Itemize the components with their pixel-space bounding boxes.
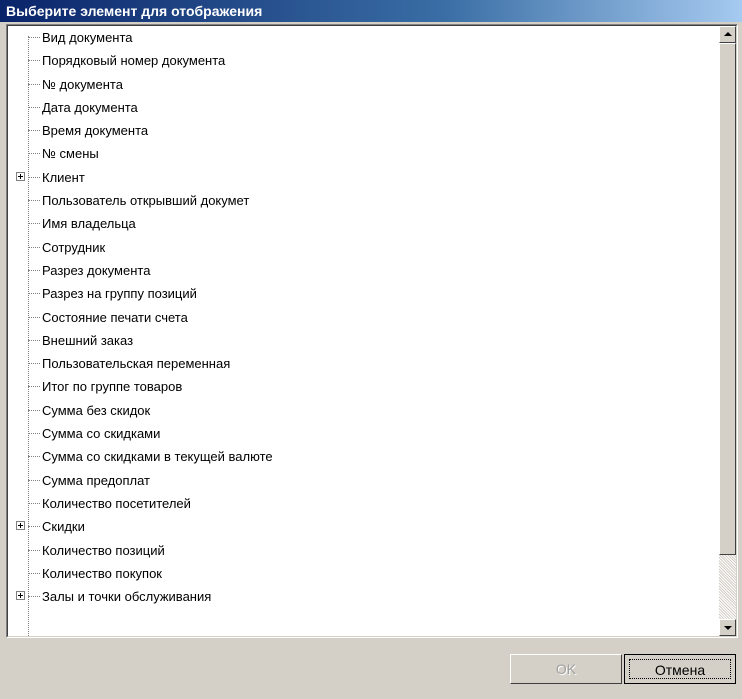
tree-item-label: Залы и точки обслуживания [42, 589, 212, 605]
tree-item[interactable]: Внешний заказ [8, 329, 719, 352]
vertical-scrollbar[interactable] [719, 26, 736, 636]
tree-item-label: Клиент [42, 169, 85, 185]
tree-item-label: Вид документа [42, 30, 133, 45]
tree-item[interactable]: Разрез на группу позиций [8, 282, 719, 305]
tree-item-label: Скидки [42, 519, 85, 535]
tree-connector-icon [28, 375, 40, 398]
tree-item[interactable]: Итог по группе товаров [8, 375, 719, 398]
tree-item[interactable]: Порядковый номер документа [8, 49, 719, 72]
expand-plus-icon[interactable] [16, 521, 25, 531]
tree-item[interactable]: № документа [8, 73, 719, 96]
tree-item-label: Разрез на группу позиций [42, 286, 197, 302]
tree-item[interactable]: Скидки [8, 515, 719, 538]
tree-item-label: Пользователь открывший докумет [42, 193, 250, 209]
cancel-button-label: Отмена [629, 659, 731, 679]
tree-item-label: Внешний заказ [42, 332, 134, 348]
tree-item[interactable]: Дата документа [8, 96, 719, 119]
tree-connector-icon [28, 539, 40, 562]
tree-item[interactable]: Состояние печати счета [8, 306, 719, 329]
tree-item[interactable]: Вид документа [8, 26, 719, 49]
tree-item-label: Время документа [42, 123, 149, 139]
tree-connector-icon [28, 259, 40, 282]
tree-connector-icon [28, 73, 40, 96]
tree-item-label: Сумма предоплат [42, 472, 151, 488]
tree-item[interactable]: Количество покупок [8, 562, 719, 585]
tree-connector-icon [28, 236, 40, 259]
tree-item-label: Сотрудник [42, 239, 106, 255]
tree-item-label: Имя владельца [42, 216, 136, 232]
tree-connector-icon [28, 142, 40, 165]
tree-item-label: Сумма без скидок [42, 402, 151, 418]
tree-item[interactable]: Сотрудник [8, 236, 719, 259]
tree-item[interactable]: Количество позиций [8, 539, 719, 562]
tree-item[interactable]: Время документа [8, 119, 719, 142]
tree-item[interactable]: Разрез документа [8, 259, 719, 282]
tree-connector-icon [28, 212, 40, 235]
tree-connector-icon [28, 399, 40, 422]
tree-item-label: Разрез документа [42, 262, 151, 278]
element-tree-frame: Вид документа Порядковый номер документа №… [6, 24, 738, 638]
cancel-button[interactable]: Отмена [624, 654, 736, 684]
tree-item[interactable]: Клиент [8, 166, 719, 189]
element-tree[interactable]: Вид документа Порядковый номер документа №… [7, 25, 737, 637]
tree-connector-icon [28, 515, 40, 538]
tree-item-label: Сумма со скидками [42, 426, 161, 442]
tree-connector-icon [28, 166, 40, 189]
tree-item-label: Состояние печати счета [42, 309, 188, 325]
tree-item[interactable]: Залы и точки обслуживания [8, 585, 719, 608]
tree-item-label: Количество позиций [42, 542, 165, 558]
tree-connector-icon [28, 189, 40, 212]
tree-connector-icon [28, 26, 40, 49]
scrollbar-thumb[interactable] [719, 43, 736, 555]
tree-connector-icon [28, 562, 40, 585]
tree-connector-icon [28, 49, 40, 72]
tree-connector-icon [28, 282, 40, 305]
tree-connector-icon [28, 96, 40, 119]
arrow-up-icon [724, 32, 732, 36]
tree-item-label: Пользовательская переменная [42, 356, 231, 372]
ok-button[interactable]: OK [510, 654, 622, 684]
dialog-title: Выберите элемент для отображения [0, 0, 742, 22]
tree-item-label: Порядковый номер документа [42, 53, 226, 69]
scroll-down-button[interactable] [719, 619, 736, 636]
tree-connector-icon [28, 585, 40, 608]
tree-connector-icon [28, 445, 40, 468]
tree-connector-icon [28, 306, 40, 329]
tree-item[interactable]: Сумма предоплат [8, 469, 719, 492]
expand-plus-icon[interactable] [16, 171, 25, 181]
expand-plus-icon[interactable] [16, 591, 25, 601]
tree-item[interactable]: Сумма без скидок [8, 399, 719, 422]
arrow-down-icon [724, 626, 732, 630]
tree-connector-icon [28, 469, 40, 492]
tree-connector-icon [28, 422, 40, 445]
tree-connector-icon [28, 119, 40, 142]
tree-connector-icon [28, 492, 40, 515]
tree-item-label: Количество покупок [42, 565, 162, 581]
tree-item-label: Дата документа [42, 99, 138, 115]
tree-item-label: № документа [42, 76, 123, 92]
tree-item[interactable]: Сумма со скидками [8, 422, 719, 445]
tree-item[interactable]: № смены [8, 142, 719, 165]
tree-item[interactable]: Пользователь открывший докумет [8, 189, 719, 212]
tree-item-label: № смены [42, 146, 99, 162]
tree-item-label: Итог по группе товаров [42, 379, 183, 395]
scroll-up-button[interactable] [719, 26, 736, 43]
tree-item[interactable]: Имя владельца [8, 212, 719, 235]
tree-item-label: Количество посетителей [42, 495, 191, 511]
tree-item[interactable]: Пользовательская переменная [8, 352, 719, 375]
tree-item[interactable]: Количество посетителей [8, 492, 719, 515]
tree-connector-icon [28, 352, 40, 375]
tree-item-label: Сумма со скидками в текущей валюте [42, 449, 273, 465]
tree-list: Вид документа Порядковый номер документа №… [8, 26, 719, 636]
tree-connector-icon [28, 329, 40, 352]
tree-item[interactable]: Сумма со скидками в текущей валюте [8, 445, 719, 468]
